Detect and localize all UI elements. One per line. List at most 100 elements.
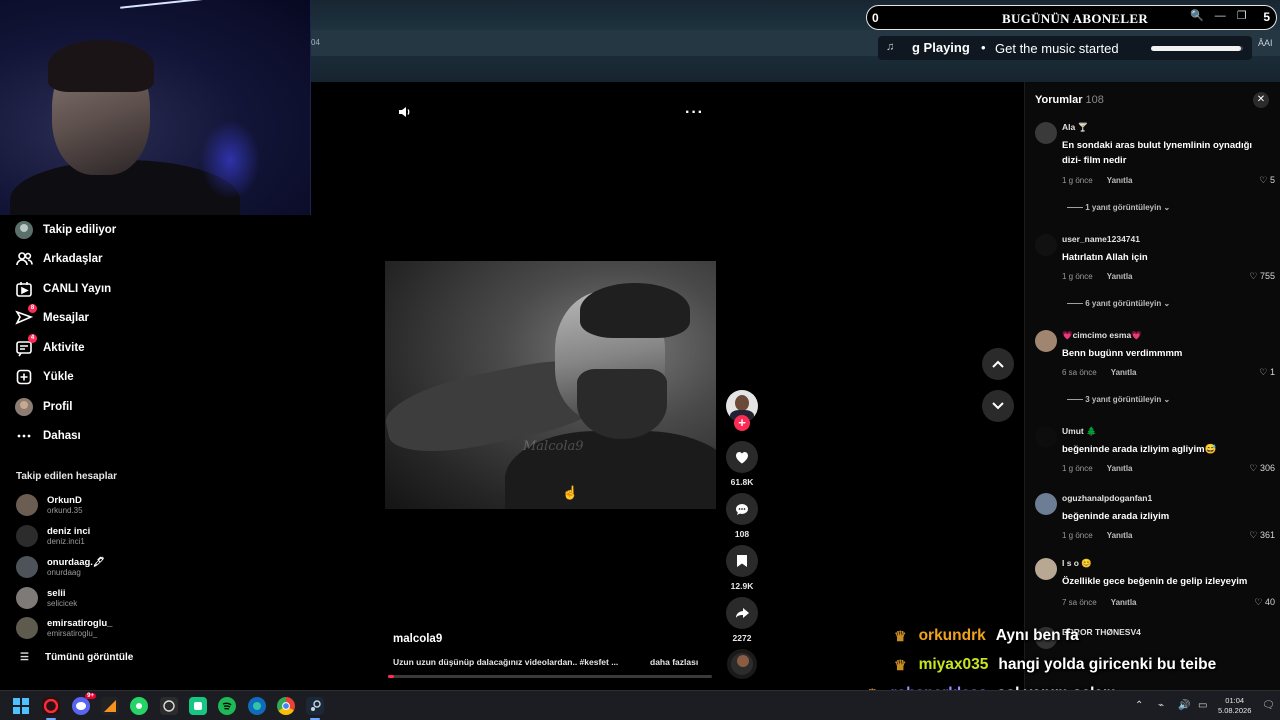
comment-like[interactable]: ♡ 40 (1254, 597, 1275, 608)
now-playing-message: Get the music started (995, 41, 1119, 56)
view-replies-button[interactable]: —— 1 yanıt görüntüleyin ⌄ (1067, 203, 1170, 212)
avatar[interactable] (1035, 426, 1057, 448)
sidebar-item-live[interactable]: CANLI Yayın (14, 278, 111, 300)
avatar (16, 525, 38, 547)
share-action[interactable]: 2272 (726, 597, 758, 643)
account-name: deniz inci (47, 525, 91, 537)
comment-like[interactable]: ♡ 1 (1259, 367, 1275, 378)
avatar[interactable] (1035, 330, 1057, 352)
chevron-up-icon (992, 360, 1004, 368)
video-author[interactable]: malcola9 (393, 633, 442, 645)
comment-meta: 1 g önce Yanıtla (1062, 531, 1133, 540)
minimize-icon[interactable]: — (1215, 10, 1226, 22)
following-account[interactable]: deniz inci deniz.inci1 (16, 525, 90, 547)
avatar[interactable] (1035, 493, 1057, 515)
account-name: selii (47, 587, 66, 599)
sidebar-item-friends[interactable]: Arkadaşlar (14, 248, 102, 270)
view-replies-label: 6 yanıt görüntüleyin (1085, 299, 1162, 308)
steam-icon[interactable] (306, 697, 324, 715)
follow-plus-button[interactable]: + (734, 415, 750, 431)
sidebar-item-label: Takip ediliyor (43, 224, 117, 236)
heart-icon[interactable] (726, 441, 758, 473)
share-icon[interactable] (726, 597, 758, 629)
comment-like-count: 361 (1259, 530, 1275, 540)
view-replies-button[interactable]: —— 6 yanıt görüntüleyin ⌄ (1067, 299, 1170, 308)
comment-action[interactable]: 108 (726, 493, 758, 539)
rgb-glow (200, 120, 260, 200)
windows-start-icon[interactable] (12, 697, 30, 715)
reply-button[interactable]: Yanıtla (1107, 176, 1133, 185)
sidebar-item-profile[interactable]: Profil (14, 396, 72, 418)
comment-icon[interactable] (726, 493, 758, 525)
volume-icon[interactable] (397, 104, 413, 120)
obs-recorder-icon[interactable] (101, 697, 119, 715)
comment-user[interactable]: oguzhanalpdoganfan1 (1062, 493, 1152, 503)
reply-button[interactable]: Yanıtla (1111, 598, 1137, 607)
chat-app-icon[interactable] (189, 697, 207, 715)
network-icon[interactable]: ⌁ (1158, 700, 1164, 711)
sidebar-item-more[interactable]: Dahası (14, 425, 81, 447)
sidebar-item-messages[interactable]: 8 Mesajlar (14, 304, 89, 329)
caption-more-link[interactable]: daha fazlası (650, 657, 698, 667)
spotify-icon[interactable] (218, 697, 236, 715)
edge-icon[interactable] (248, 697, 266, 715)
reply-button[interactable]: Yanıtla (1107, 464, 1133, 473)
battery-icon[interactable]: ▭ (1198, 700, 1207, 711)
search-icon[interactable]: 🔍 (1190, 10, 1204, 22)
view-replies-button[interactable]: —— 3 yanıt görüntüleyin ⌄ (1067, 395, 1170, 404)
save-action[interactable]: 12.9K (726, 545, 758, 591)
now-playing-widget: ♫ g Playing • Get the music started (878, 36, 1252, 60)
avatar[interactable] (1035, 558, 1057, 580)
bookmark-icon[interactable] (726, 545, 758, 577)
following-account[interactable]: OrkunD orkund.35 (16, 494, 83, 516)
crown-icon: ♛ (894, 656, 907, 673)
chrome-icon[interactable] (277, 697, 295, 715)
previous-video-button[interactable] (982, 348, 1014, 380)
tray-chevron-icon[interactable]: ⌃ (1135, 700, 1143, 711)
comment-user[interactable]: user_name1234741 (1062, 234, 1140, 244)
following-account[interactable]: selii selicicek (16, 587, 77, 609)
comment-user[interactable]: Umut 🌲 (1062, 426, 1097, 437)
comment-like[interactable]: ♡ 361 (1249, 530, 1275, 541)
comment-like[interactable]: ♡ 755 (1249, 271, 1275, 282)
discord-icon[interactable]: 9+ (72, 693, 96, 715)
reply-button[interactable]: Yanıtla (1111, 368, 1137, 377)
reply-button[interactable]: Yanıtla (1107, 531, 1133, 540)
account-name: OrkunD (47, 494, 82, 506)
reply-button[interactable]: Yanıtla (1107, 272, 1133, 281)
comment-like-count: 5 (1269, 175, 1275, 185)
video-progress-bar[interactable] (388, 675, 712, 678)
account-handle: emirsatiroglu_ (47, 628, 98, 638)
avatar[interactable] (1035, 234, 1057, 256)
now-playing-separator: • (981, 40, 986, 55)
system-clock[interactable]: 01:04 5.08.2026 (1218, 696, 1251, 716)
account-name: emirsatiroglu_ (47, 617, 113, 629)
whatsapp-icon[interactable] (130, 697, 148, 715)
like-action[interactable]: 61.8K (726, 441, 758, 487)
comment-text: beğeninde arada izliyim agliyim😅 (1062, 444, 1217, 455)
see-all-following-button[interactable]: ☰ Tümünü görüntüle (20, 652, 133, 663)
video-player[interactable]: Malcola9 (385, 261, 716, 509)
comment-like[interactable]: ♡ 5 (1259, 175, 1275, 186)
following-account[interactable]: emirsatiroglu_ emirsatiroglu_ (16, 617, 112, 639)
music-disc-icon[interactable] (727, 649, 757, 679)
more-options-icon[interactable]: ··· (685, 104, 704, 122)
notification-icon[interactable]: 🗨 (1262, 700, 1275, 711)
sidebar-item-upload[interactable]: Yükle (14, 366, 74, 388)
activity-icon: 4 (14, 334, 37, 358)
volume-tray-icon[interactable]: 🔊 (1178, 700, 1190, 711)
next-video-button[interactable] (982, 390, 1014, 422)
avatar[interactable] (1035, 122, 1057, 144)
opera-gx-icon[interactable] (42, 697, 60, 715)
following-account[interactable]: onurdaag.🖋 onurdaag (16, 556, 105, 578)
comment-user[interactable]: 💗cimcimo esma💗 (1062, 330, 1142, 341)
comment-user[interactable]: Ala 🍸 (1062, 122, 1088, 133)
close-icon[interactable]: ✕ (1253, 92, 1269, 108)
comment-like[interactable]: ♡ 306 (1249, 463, 1275, 474)
comment-text: En sondaki aras bulut Iynemlinin oynadığ… (1062, 140, 1253, 166)
sidebar-item-following[interactable]: Takip ediliyor (14, 219, 116, 241)
comment-user[interactable]: I s o 😊 (1062, 558, 1092, 569)
sidebar-item-activity[interactable]: 4 Aktivite (14, 334, 85, 359)
obs-studio-icon[interactable] (160, 697, 178, 715)
maximize-icon[interactable]: ❐ (1237, 10, 1247, 22)
